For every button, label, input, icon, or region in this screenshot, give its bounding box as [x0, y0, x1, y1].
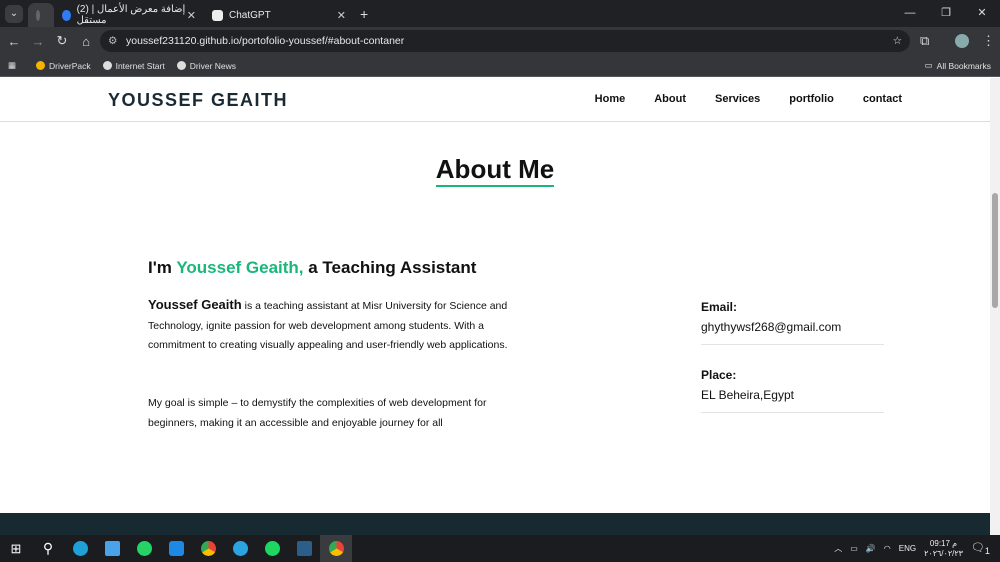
tab-bar: ⌄ (2) إضافة معرض الأعمال | مستقل ✕ ChatGP…: [0, 0, 1000, 27]
site-logo[interactable]: YOUSSEF GEAITH: [108, 90, 288, 111]
app-icon[interactable]: [288, 535, 320, 562]
new-tab-button[interactable]: +: [360, 6, 368, 22]
nav-portfolio[interactable]: portfolio: [789, 93, 834, 105]
nav-contact[interactable]: contact: [863, 93, 902, 105]
start-icon[interactable]: ⊞: [0, 535, 32, 562]
info-value: ghythywsf268@gmail.com: [701, 320, 842, 334]
vscode-icon[interactable]: [160, 535, 192, 562]
info-label: Email:: [701, 300, 738, 314]
about-paragraph-1: Youssef Geaith is a teaching assistant a…: [148, 295, 508, 356]
intro-prefix: I'm: [148, 258, 177, 277]
info-email: Email: ghythywsf268@gmail.com: [701, 300, 884, 345]
bookmark-driverpack[interactable]: DriverPack: [36, 61, 91, 71]
minimize-icon[interactable]: —: [892, 0, 928, 27]
pc-icon[interactable]: [96, 535, 128, 562]
notification-icon[interactable]: 🗨1: [971, 541, 990, 556]
site-header: YOUSSEF GEAITH Home About Services portf…: [0, 78, 990, 122]
scrollbar[interactable]: [990, 78, 1000, 535]
next-section-dark: [0, 513, 990, 535]
chatgpt-icon: [212, 9, 223, 21]
intro-name: Youssef Geaith,: [176, 258, 304, 277]
tab-mostaql[interactable]: (2) إضافة معرض الأعمال | مستقل ✕: [54, 3, 204, 27]
bookmarks-bar: ▦ DriverPack Internet Start Driver News …: [0, 55, 1000, 77]
volume-icon[interactable]: 🔊: [866, 544, 876, 553]
intro-suffix: a Teaching Assistant: [303, 258, 477, 277]
reload-icon[interactable]: ↻: [50, 33, 74, 49]
bookmark-driver-news[interactable]: Driver News: [176, 60, 237, 71]
chevron-up-icon[interactable]: ︿: [834, 543, 842, 554]
chrome-profile-icon[interactable]: [320, 535, 352, 562]
forward-icon[interactable]: →: [26, 34, 50, 49]
notification-count: 1: [984, 546, 990, 557]
info-place: Place: EL Beheira,Egypt: [701, 368, 884, 413]
nav-home[interactable]: Home: [595, 93, 626, 105]
nav-about[interactable]: About: [654, 93, 686, 105]
about-paragraph-2: My goal is simple – to demystify the com…: [148, 397, 487, 429]
date: ٢٠٢٦/٠٢/٢٣: [924, 548, 963, 558]
spotify-icon[interactable]: [256, 535, 288, 562]
bookmark-label: Internet Start: [115, 60, 165, 71]
webpage: YOUSSEF GEAITH Home About Services portf…: [0, 78, 990, 513]
folder-icon: ▭: [924, 60, 933, 70]
time: 09:17 م: [929, 538, 958, 548]
section-title: About Me: [435, 154, 555, 187]
globe-icon: [102, 61, 112, 70]
all-bookmarks-label: All Bookmarks: [936, 60, 991, 71]
para-name: Youssef Geaith: [148, 297, 242, 312]
star-icon[interactable]: ☆: [893, 30, 902, 52]
menu-icon[interactable]: ⋮: [982, 33, 995, 49]
chrome-icon[interactable]: [192, 535, 224, 562]
whatsapp-icon[interactable]: [128, 535, 160, 562]
bookmark-label: Driver News: [189, 60, 237, 71]
telegram-icon[interactable]: [224, 535, 256, 562]
globe-icon: [176, 61, 186, 70]
toolbar: ← → ↻ ⌂ ⚙ youssef231120.github.io/portofo…: [0, 27, 1000, 55]
intro-heading: I'm Youssef Geaith, a Teaching Assistant: [148, 258, 476, 278]
tab-chatgpt[interactable]: ChatGPT ✕: [204, 3, 354, 27]
maximize-icon[interactable]: ❐: [928, 0, 964, 27]
bookmark-internet-start[interactable]: Internet Start: [102, 60, 165, 71]
apps-icon[interactable]: ▦: [8, 60, 16, 71]
search-icon[interactable]: ⚲: [32, 535, 64, 562]
driverpack-icon: [36, 61, 46, 70]
close-window-icon[interactable]: ✕: [964, 0, 1000, 27]
extensions-icon[interactable]: ⧉: [920, 33, 929, 49]
taskbar: ⊞ ⚲ ︿ ▭ 🔊 ◠ ENG 09:17 م ٢٠٢٦/٠٢/٢٣ 🗨1: [0, 535, 1000, 562]
edge-icon[interactable]: [64, 535, 96, 562]
site-nav: Home About Services portfolio contact: [595, 93, 902, 105]
globe-icon: [36, 9, 40, 21]
close-icon[interactable]: ✕: [187, 9, 196, 22]
info-value: EL Beheira,Egypt: [701, 388, 794, 402]
wifi-icon[interactable]: ◠: [884, 544, 891, 553]
nav-services[interactable]: Services: [715, 93, 760, 105]
close-icon[interactable]: ✕: [337, 9, 346, 22]
battery-icon[interactable]: ▭: [850, 544, 858, 553]
tab-search-button[interactable]: ⌄: [5, 4, 23, 23]
tab-label: ChatGPT: [229, 9, 271, 21]
scrollbar-thumb[interactable]: [992, 193, 998, 308]
avatar[interactable]: [955, 34, 969, 48]
tab-label: (2) إضافة معرض الأعمال | مستقل: [76, 4, 186, 26]
bookmark-label: DriverPack: [49, 60, 91, 71]
url-text: youssef231120.github.io/portofolio-youss…: [126, 35, 405, 47]
back-icon[interactable]: ←: [2, 34, 26, 49]
language-indicator[interactable]: ENG: [899, 544, 916, 553]
system-tray: ︿ ▭ 🔊 ◠ ENG 09:17 م ٢٠٢٦/٠٢/٢٣ 🗨1: [834, 535, 990, 562]
tab-loading[interactable]: [28, 3, 54, 27]
all-bookmarks[interactable]: ▭ All Bookmarks: [925, 60, 991, 71]
home-icon[interactable]: ⌂: [74, 34, 98, 49]
mostaql-icon: [62, 9, 71, 21]
address-bar[interactable]: ⚙ youssef231120.github.io/portofolio-yous…: [100, 30, 910, 52]
clock[interactable]: 09:17 م ٢٠٢٦/٠٢/٢٣: [924, 539, 963, 559]
site-info-icon[interactable]: ⚙: [108, 30, 117, 52]
info-label: Place:: [701, 368, 737, 382]
